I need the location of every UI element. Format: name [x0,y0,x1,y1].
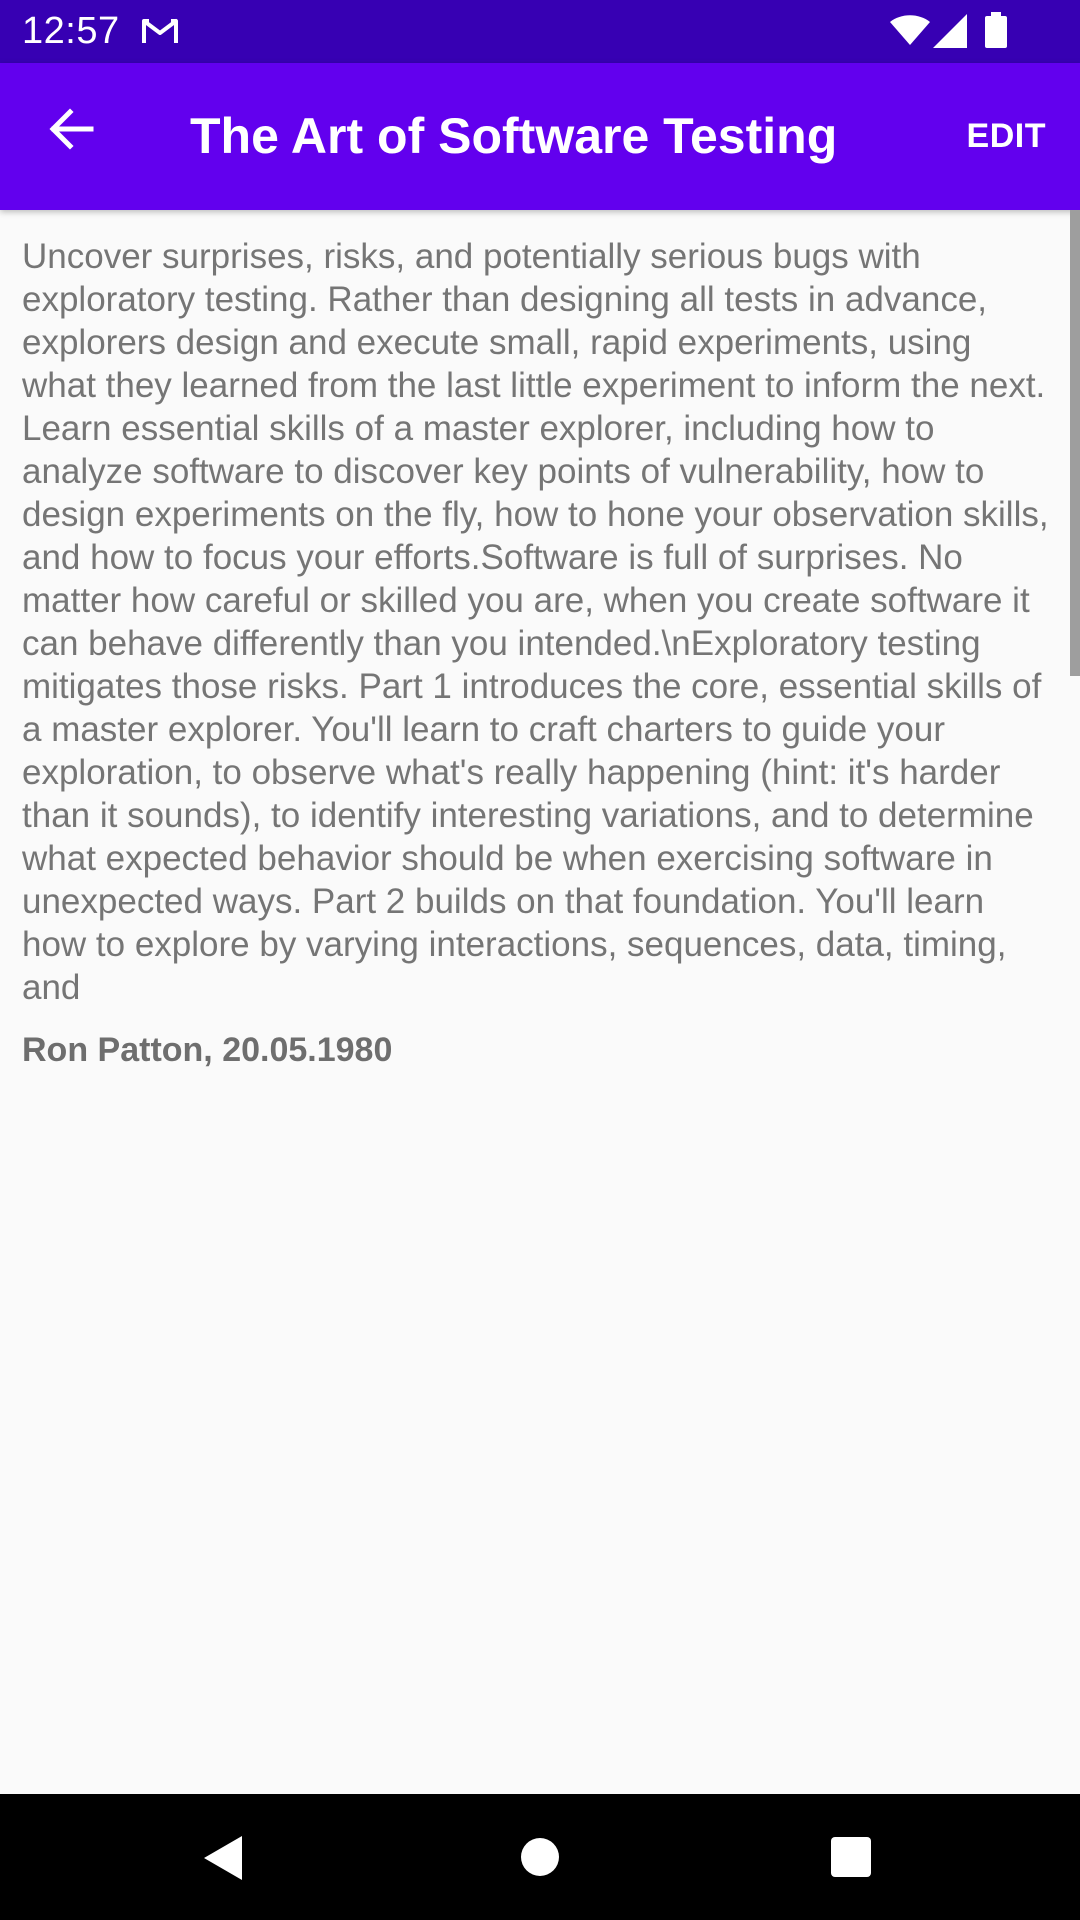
navigation-bar [0,1794,1080,1920]
nav-back-icon[interactable] [202,1834,244,1882]
signal-icon [933,14,967,48]
description-scroll-area[interactable]: Uncover surprises, risks, and potentiall… [0,210,1080,1000]
wifi-icon [890,15,930,45]
status-time: 12:57 [22,10,120,52]
arrow-back-icon [49,108,94,150]
page-title: The Art of Software Testing [190,108,838,164]
app-bar: The Art of Software Testing EDIT [0,63,1080,210]
nav-home-icon[interactable] [519,1836,561,1878]
gmail-icon [142,19,178,43]
back-button[interactable] [38,96,104,162]
status-bar: 12:57 [0,0,1080,63]
scrollbar[interactable] [1070,210,1080,676]
book-description: Uncover surprises, risks, and potentiall… [22,237,1049,1000]
nav-recents-icon[interactable] [830,1836,872,1878]
battery-icon [985,12,1007,48]
author-date: Ron Patton, 20.05.1980 [22,1031,393,1069]
edit-button[interactable]: EDIT [967,116,1046,156]
